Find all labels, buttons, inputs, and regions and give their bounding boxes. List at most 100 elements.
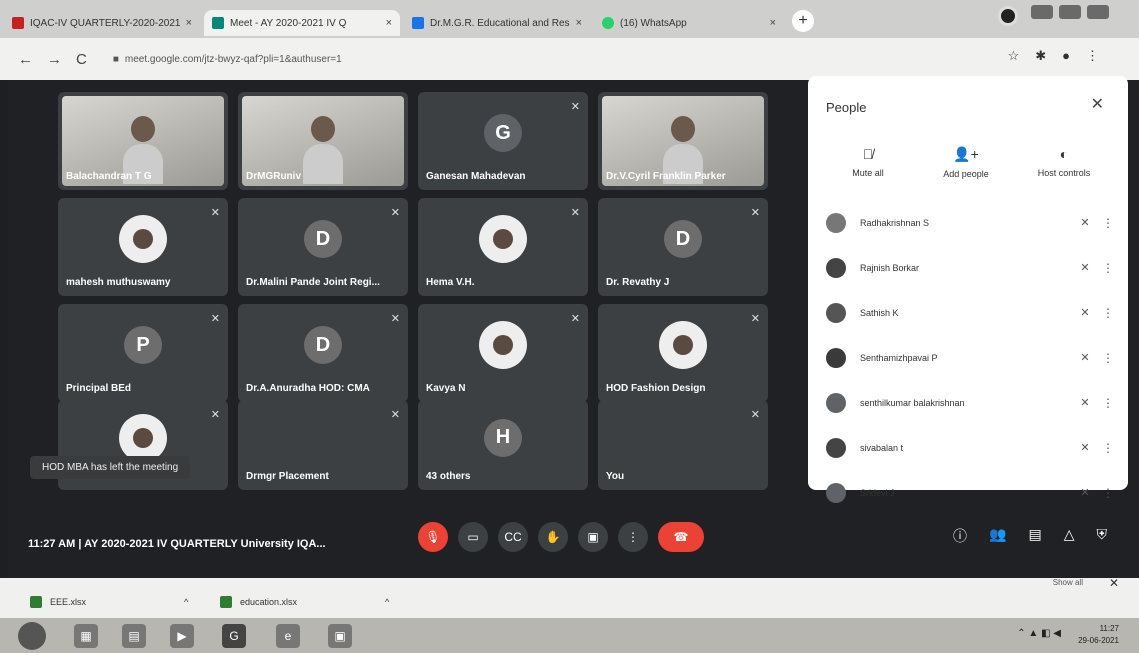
account-icon[interactable]: ● xyxy=(1062,48,1070,64)
download-item[interactable]: education.xlsx ^ xyxy=(220,596,389,608)
participant-tile[interactable]: ✕ Hema V.H. xyxy=(418,198,588,296)
chevron-up-icon[interactable]: ^ xyxy=(184,597,188,607)
close-tab-icon[interactable]: × xyxy=(770,17,776,29)
host-controls-button[interactable]: ◐ Host controls xyxy=(1024,146,1104,179)
tab-drmgr[interactable]: Dr.M.G.R. Educational and Rese × xyxy=(404,10,590,36)
chat-icon[interactable]: ▤ xyxy=(1028,526,1041,546)
tab-whatsapp[interactable]: (16) WhatsApp × xyxy=(594,10,784,36)
close-icon[interactable]: ✕ xyxy=(1109,576,1119,590)
participant-tile[interactable]: ✕ mahesh muthuswamy xyxy=(58,198,228,296)
list-item[interactable]: Sridevi J ✕ ⋮ xyxy=(826,470,1116,515)
mic-off-icon[interactable]: ✕ xyxy=(1070,396,1100,409)
minimize-button[interactable] xyxy=(1031,5,1053,19)
avatar: D xyxy=(304,220,342,259)
mic-off-icon[interactable]: ✕ xyxy=(1070,306,1100,319)
download-item[interactable]: EEE.xlsx ^ xyxy=(30,596,188,608)
participant-tile[interactable]: ✕ Kavya N xyxy=(418,304,588,402)
maximize-button[interactable] xyxy=(1059,5,1081,19)
participant-tile[interactable]: P ✕ Principal BEd xyxy=(58,304,228,402)
close-tab-icon[interactable]: × xyxy=(186,17,192,29)
star-icon[interactable]: ☆ xyxy=(1008,48,1020,64)
list-item[interactable]: Radhakrishnan S ✕ ⋮ xyxy=(826,200,1116,245)
file-explorer-icon[interactable]: ▤ xyxy=(122,624,146,648)
start-button[interactable] xyxy=(18,622,46,650)
participant-tile[interactable]: Balachandran T G xyxy=(58,92,228,190)
list-item[interactable]: Senthamizhpavai P ✕ ⋮ xyxy=(826,335,1116,380)
mic-off-icon[interactable]: ✕ xyxy=(1070,441,1100,454)
avatar xyxy=(826,392,846,413)
list-item[interactable]: sivabalan t ✕ ⋮ xyxy=(826,425,1116,470)
mic-off-icon[interactable]: ✕ xyxy=(1070,351,1100,364)
close-icon[interactable]: ✕ xyxy=(1091,94,1104,114)
participant-tile[interactable]: DrMGRuniv xyxy=(238,92,408,190)
mic-off-icon[interactable]: ✕ xyxy=(1070,216,1100,229)
extension-icon[interactable]: ✱ xyxy=(1035,48,1046,64)
tab-strip: IQAC-IV QUARTERLY-2020-2021 × Meet - AY … xyxy=(0,0,1139,38)
list-item[interactable]: senthilkumar balakrishnan ✕ ⋮ xyxy=(826,380,1116,425)
more-options-icon[interactable]: ⋮ xyxy=(1100,486,1116,500)
mic-off-icon[interactable]: ✕ xyxy=(1070,261,1100,274)
info-icon[interactable]: ⓘ xyxy=(953,526,967,546)
whatsapp-icon xyxy=(602,17,614,29)
profile-icon[interactable] xyxy=(998,6,1018,26)
reload-icon[interactable]: C xyxy=(76,51,87,68)
more-options-icon[interactable]: ⋮ xyxy=(1100,261,1116,275)
mic-off-icon[interactable]: ✕ xyxy=(1070,486,1100,499)
close-window-button[interactable] xyxy=(1087,5,1109,19)
more-options-icon[interactable]: ⋮ xyxy=(1100,306,1116,320)
avatar xyxy=(119,413,167,462)
participant-tile[interactable]: ✕ HOD Fashion Design xyxy=(598,304,768,402)
back-icon[interactable]: ← xyxy=(18,51,33,68)
chrome-icon[interactable]: G xyxy=(222,624,246,648)
present-button[interactable]: ▣ xyxy=(578,522,608,552)
add-people-button[interactable]: 👤+ Add people xyxy=(926,146,1006,179)
edge-icon[interactable]: e xyxy=(276,624,300,648)
close-tab-icon[interactable]: × xyxy=(576,17,582,29)
participant-tile[interactable]: ✕ Drmgr Placement xyxy=(238,400,408,490)
address-bar[interactable]: ■ meet.google.com/jtz-bwyz-qaf?pli=1&aut… xyxy=(113,54,342,65)
mute-all-button[interactable]: 🎙̸ Mute all xyxy=(828,146,908,179)
participant-name: Balachandran T G xyxy=(66,171,152,182)
mic-toggle-button[interactable]: 🎙 xyxy=(418,522,448,552)
person-name: Sridevi J xyxy=(860,487,895,498)
tab-meet[interactable]: Meet - AY 2020-2021 IV Q × xyxy=(204,10,400,36)
participant-tile[interactable]: Dr.V.Cyril Franklin Parker xyxy=(598,92,768,190)
app-icon[interactable]: ▣ xyxy=(328,624,352,648)
activities-icon[interactable]: △ xyxy=(1064,526,1075,546)
more-options-icon[interactable]: ⋮ xyxy=(1100,396,1116,410)
clock[interactable]: 11:27 29-06-2021 xyxy=(1078,623,1119,647)
mic-off-icon: 🎙̸ xyxy=(862,146,874,162)
task-view-icon[interactable]: ▦ xyxy=(74,624,98,648)
more-options-icon[interactable]: ⋮ xyxy=(1100,351,1116,365)
downloads-bar: EEE.xlsx ^ education.xlsx ^ Show all ✕ xyxy=(0,576,1139,618)
people-icon[interactable]: 👥 xyxy=(989,526,1006,546)
system-tray[interactable]: ⌃ ▲ ◧ ◀ xyxy=(1017,628,1061,639)
mic-off-icon: ✕ xyxy=(390,409,400,421)
list-item[interactable]: Rajnish Borkar ✕ ⋮ xyxy=(826,245,1116,290)
more-options-icon[interactable]: ⋮ xyxy=(1100,441,1116,455)
participant-tile[interactable]: G ✕ Ganesan Mahadevan xyxy=(418,92,588,190)
leave-call-button[interactable]: ☎ xyxy=(658,522,704,552)
mic-off-icon: ✕ xyxy=(570,313,580,325)
menu-icon[interactable]: ⋮ xyxy=(1086,48,1099,64)
participant-tile[interactable]: ✕ You xyxy=(598,400,768,490)
chevron-up-icon[interactable]: ^ xyxy=(385,597,389,607)
participant-tile[interactable]: D ✕ Dr. Revathy J xyxy=(598,198,768,296)
close-tab-icon[interactable]: × xyxy=(386,17,392,29)
media-player-icon[interactable]: ▶ xyxy=(170,624,194,648)
participant-tile[interactable]: D ✕ Dr.A.Anuradha HOD: CMA xyxy=(238,304,408,402)
tab-iqac[interactable]: IQAC-IV QUARTERLY-2020-2021 × xyxy=(4,10,200,36)
camera-toggle-button[interactable]: ▭ xyxy=(458,522,488,552)
raise-hand-button[interactable]: ✋ xyxy=(538,522,568,552)
more-options-icon[interactable]: ⋮ xyxy=(1100,216,1116,230)
gmail-icon xyxy=(12,17,24,29)
captions-button[interactable]: CC xyxy=(498,522,528,552)
new-tab-button[interactable]: + xyxy=(792,10,814,32)
more-options-button[interactable]: ⋮ xyxy=(618,522,648,552)
show-all-link[interactable]: Show all xyxy=(1053,578,1083,587)
forward-icon[interactable]: → xyxy=(47,51,62,68)
participant-tile[interactable]: D ✕ Dr.Malini Pande Joint Regi... xyxy=(238,198,408,296)
shield-icon[interactable]: ⛨ xyxy=(1097,526,1108,546)
participant-tile[interactable]: H 43 others xyxy=(418,400,588,490)
list-item[interactable]: Sathish K ✕ ⋮ xyxy=(826,290,1116,335)
